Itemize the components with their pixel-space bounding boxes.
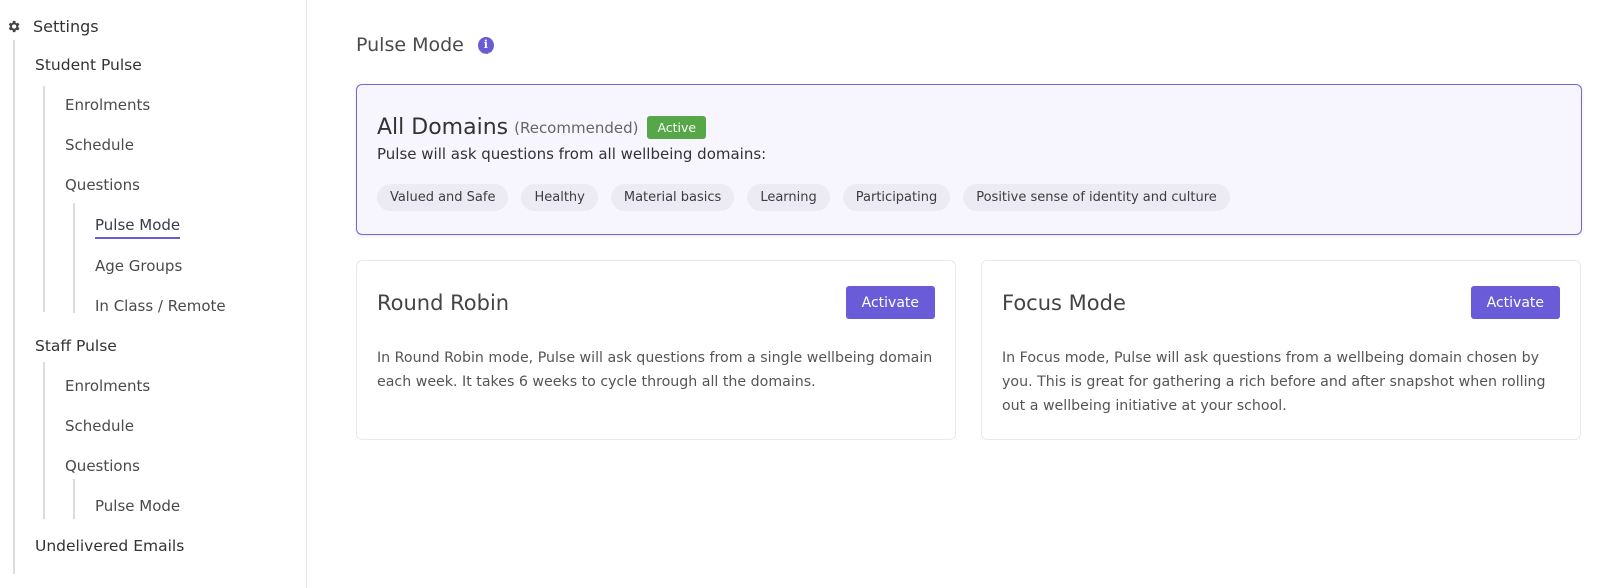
sidebar-item-student-pulse[interactable]: Student Pulse <box>35 55 142 75</box>
round-robin-title: Round Robin <box>377 291 510 315</box>
settings-sidebar: Settings Student Pulse Enrolments Schedu… <box>0 0 307 588</box>
sidebar-item-student-schedule[interactable]: Schedule <box>65 135 134 155</box>
sidebar-item-student-questions[interactable]: Questions <box>65 175 140 195</box>
sidebar-item-staff-pulse-mode[interactable]: Pulse Mode <box>95 496 180 516</box>
activate-round-robin-button[interactable]: Activate <box>845 286 935 319</box>
tree-line-student <box>43 86 45 312</box>
tree-line-student-questions <box>73 203 75 313</box>
domain-chip: Positive sense of identity and culture <box>963 184 1230 211</box>
focus-mode-title: Focus Mode <box>1002 291 1126 315</box>
domain-chip: Learning <box>747 184 830 211</box>
sidebar-item-student-enrolments[interactable]: Enrolments <box>65 95 150 115</box>
page-title: Pulse Mode i <box>356 34 494 56</box>
sidebar-item-undelivered-emails[interactable]: Undelivered Emails <box>35 536 184 556</box>
sidebar-item-student-pulse-mode[interactable]: Pulse Mode <box>95 215 181 239</box>
domain-chip: Valued and Safe <box>377 184 509 211</box>
status-badge: Active <box>647 116 707 139</box>
domain-chip-list: Valued and Safe Healthy Material basics … <box>377 184 1230 211</box>
sidebar-item-staff-pulse[interactable]: Staff Pulse <box>35 336 117 356</box>
gear-icon <box>8 20 20 32</box>
tree-line-staff-questions <box>73 479 75 519</box>
activate-focus-mode-button[interactable]: Activate <box>1470 286 1560 319</box>
recommended-label: (Recommended) <box>514 118 639 137</box>
sidebar-item-student-in-class-remote[interactable]: In Class / Remote <box>95 296 226 316</box>
page-title-text: Pulse Mode <box>356 34 464 56</box>
all-domains-card: All Domains (Recommended) Active Pulse w… <box>356 84 1582 235</box>
domain-chip: Material basics <box>610 184 735 211</box>
domain-chip: Participating <box>842 184 951 211</box>
all-domains-header: All Domains (Recommended) Active <box>377 115 707 140</box>
sidebar-item-student-age-groups[interactable]: Age Groups <box>95 256 182 276</box>
settings-root[interactable]: Settings <box>6 14 99 38</box>
focus-mode-card: Focus Mode Activate In Focus mode, Pulse… <box>981 260 1581 440</box>
domain-chip: Healthy <box>521 184 598 211</box>
all-domains-title: All Domains <box>377 115 509 140</box>
round-robin-description: In Round Robin mode, Pulse will ask ques… <box>377 350 933 390</box>
tree-line-root <box>13 40 15 574</box>
focus-mode-description: In Focus mode, Pulse will ask questions … <box>1002 350 1546 414</box>
settings-label: Settings <box>33 16 99 36</box>
round-robin-card: Round Robin Activate In Round Robin mode… <box>356 260 956 440</box>
info-icon[interactable]: i <box>477 36 494 54</box>
tree-line-staff <box>43 362 45 519</box>
sidebar-item-staff-enrolments[interactable]: Enrolments <box>65 376 150 396</box>
all-domains-description: Pulse will ask questions from all wellbe… <box>377 145 767 163</box>
sidebar-item-staff-questions[interactable]: Questions <box>65 456 140 476</box>
sidebar-item-staff-schedule[interactable]: Schedule <box>65 416 134 436</box>
